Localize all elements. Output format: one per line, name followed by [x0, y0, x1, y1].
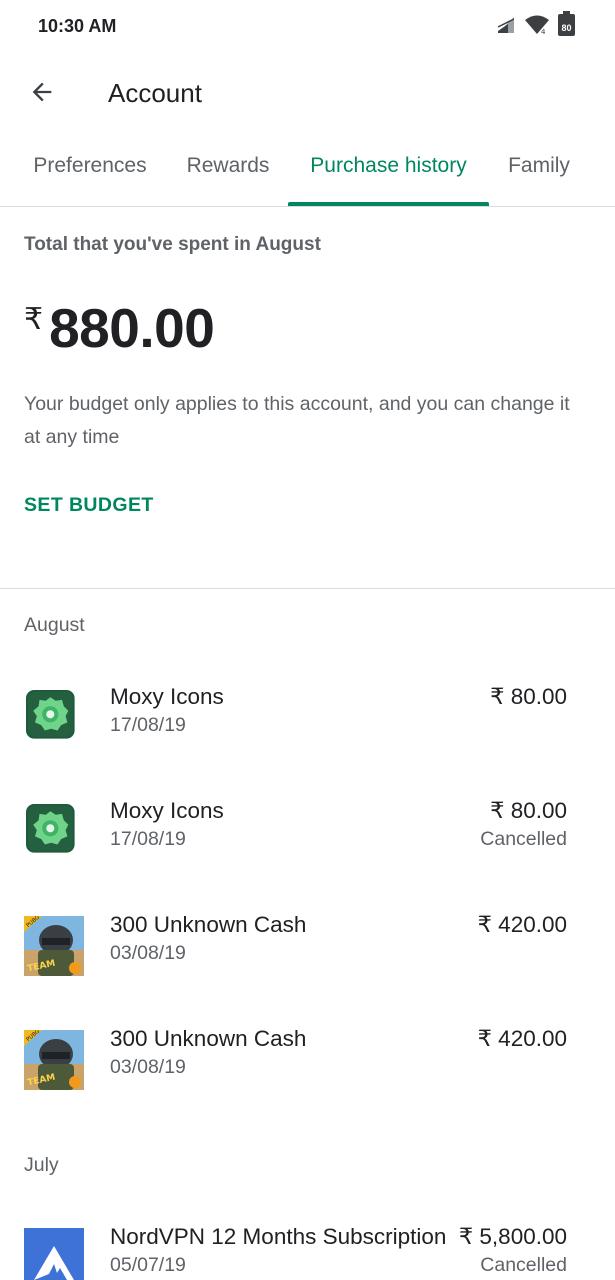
item-price: ₹ 80.00	[490, 798, 567, 823]
moxy-icons-icon	[26, 804, 75, 853]
item-date: 05/07/19	[110, 1254, 186, 1276]
app-bar: Account	[0, 60, 615, 126]
item-price: ₹ 420.00	[477, 912, 567, 937]
item-name: NordVPN 12 Months Subscription	[110, 1224, 447, 1249]
item-status: Cancelled	[480, 1254, 567, 1276]
tab-rewards[interactable]: Rewards	[172, 130, 284, 207]
budget-note: Your budget only applies to this account…	[24, 393, 570, 448]
tab-label: Preferences	[33, 153, 147, 177]
tab-preferences[interactable]: Preferences	[14, 130, 166, 207]
currency-symbol: ₹	[24, 303, 44, 336]
item-price: ₹ 80.00	[490, 684, 567, 709]
item-price: ₹ 5,800.00	[458, 1224, 567, 1249]
status-icons: 4 80	[496, 11, 575, 36]
pubg-icon: PUBG TEAM	[24, 1030, 84, 1090]
spent-label: Total that you've spent in August	[24, 234, 321, 255]
purchase-row[interactable]: Moxy Icons 17/08/19 ₹ 80.00 Cancelled	[0, 798, 615, 878]
tab-label: Family	[508, 153, 570, 177]
month-header-july: July	[24, 1154, 59, 1176]
item-date: 17/08/19	[110, 828, 186, 850]
item-name: Moxy Icons	[110, 684, 224, 709]
item-name: Moxy Icons	[110, 798, 224, 823]
status-bar: 10:30 AM 4 80	[0, 0, 615, 52]
page-title: Account	[108, 78, 202, 108]
svg-text:4: 4	[541, 28, 546, 35]
item-date: 03/08/19	[110, 1056, 186, 1078]
purchase-row[interactable]: PUBG TEAM 300 Unknown Cash 03/08/19 ₹ 42…	[0, 912, 615, 992]
item-date: 17/08/19	[110, 714, 186, 736]
moxy-icons-icon	[26, 690, 75, 739]
active-tab-indicator	[288, 202, 489, 206]
item-name: 300 Unknown Cash	[110, 1026, 307, 1051]
item-date: 03/08/19	[110, 942, 186, 964]
status-time: 10:30 AM	[38, 16, 117, 36]
battery-icon: 80	[558, 11, 575, 36]
divider	[0, 588, 615, 589]
tab-purchase-history[interactable]: Purchase history	[288, 130, 489, 207]
purchase-row[interactable]: Moxy Icons 17/08/19 ₹ 80.00	[0, 684, 615, 764]
purchase-row[interactable]: NordVPN 12 Months Subscription 05/07/19 …	[0, 1224, 615, 1280]
nordvpn-icon	[24, 1228, 84, 1280]
tab-family[interactable]: Family	[495, 130, 583, 207]
tab-label: Purchase history	[310, 153, 467, 177]
tab-label: Rewards	[186, 153, 270, 177]
set-budget-button[interactable]: SET BUDGET	[24, 494, 154, 517]
tab-bar: Preferences Rewards Purchase history Fam…	[0, 130, 615, 207]
amount-value: 880.00	[49, 297, 215, 359]
pubg-icon: PUBG TEAM	[24, 916, 84, 976]
item-status: Cancelled	[480, 828, 567, 850]
month-header-august: August	[24, 614, 85, 636]
total-amount: ₹ 880.00	[24, 296, 215, 360]
item-name: 300 Unknown Cash	[110, 912, 307, 937]
battery-level: 80	[561, 23, 572, 33]
back-button[interactable]	[24, 74, 60, 110]
arrow-back-icon	[32, 82, 52, 102]
signal-icon	[497, 17, 515, 33]
wifi-icon: 4	[525, 15, 549, 35]
item-price: ₹ 420.00	[477, 1026, 567, 1051]
purchase-row[interactable]: PUBG TEAM 300 Unknown Cash 03/08/19 ₹ 42…	[0, 1026, 615, 1106]
